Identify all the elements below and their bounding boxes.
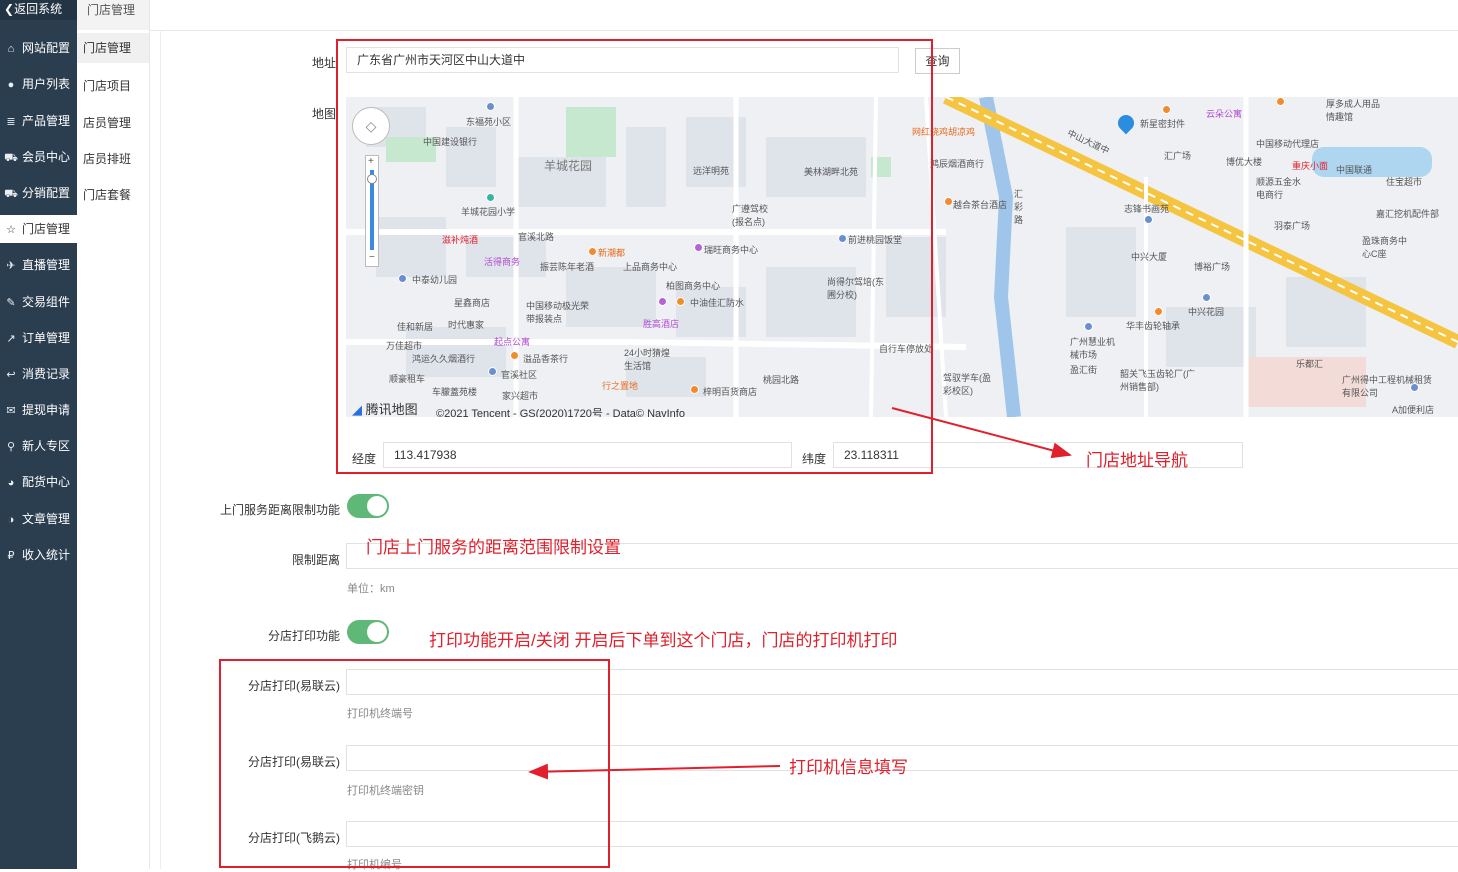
- submenu-item-staff[interactable]: 店员管理: [83, 114, 131, 131]
- sidebar-item-articles[interactable]: ◑ 文章管理: [0, 505, 77, 533]
- sidebar-item-distribution[interactable]: ⛟ 分销配置: [0, 179, 77, 207]
- map-poi: 鸿辰烟酒商行: [930, 159, 985, 169]
- limit-distance-label: 限制距离: [291, 553, 340, 567]
- map-poi: 重庆小面: [1292, 161, 1329, 171]
- map-marker-icon: [1162, 105, 1171, 114]
- submenu-item-store[interactable]: 门店管理: [77, 33, 149, 63]
- home-icon: ⌂: [7, 43, 15, 55]
- map-poi: 中国移动代理店: [1256, 139, 1320, 149]
- sidebar-item-store-management[interactable]: ☆ 门店管理: [0, 215, 77, 243]
- map-marker-icon: [1154, 307, 1163, 316]
- sidebar-item-live[interactable]: ✈ 直播管理: [0, 251, 77, 279]
- map-poi: 住宝超市: [1386, 177, 1423, 187]
- map-poi: 汇广场: [1164, 151, 1192, 161]
- sidebar-item-consumption[interactable]: ↩ 消费记录: [0, 360, 77, 388]
- submenu-item-packages[interactable]: 门店套餐: [83, 186, 131, 203]
- back-label: 返回系统: [14, 2, 63, 16]
- sidebar-item-user-list[interactable]: ● 用户列表: [0, 70, 77, 98]
- back-to-system-button[interactable]: ❮返回系统: [0, 0, 77, 20]
- sidebar-item-orders[interactable]: ↗ 订单管理: [0, 324, 77, 352]
- map-poi: 乐都汇: [1296, 359, 1324, 369]
- sidebar-item-income[interactable]: ₽ 收入统计: [0, 541, 77, 569]
- map-poi: A加便利店: [1392, 405, 1435, 415]
- coin-icon: ₽: [7, 550, 15, 562]
- annotation-box-printer: [219, 659, 610, 868]
- submenu-item-schedule[interactable]: 店员排班: [83, 150, 131, 167]
- map-poi: 云朵公寓: [1206, 109, 1243, 119]
- map-poi: 厚多成人用品情趣馆: [1326, 99, 1381, 122]
- map-marker-icon: [1410, 383, 1419, 392]
- limit-distance-help: 单位：km: [347, 583, 395, 595]
- sidebar-item-products[interactable]: ≣ 产品管理: [0, 107, 77, 135]
- map-poi: 新星密封件: [1140, 119, 1186, 129]
- map-poi: 中兴花园: [1188, 307, 1225, 317]
- home-service-switch[interactable]: [347, 494, 389, 518]
- sidebar-item-withdrawal[interactable]: ✉ 提现申请: [0, 396, 77, 424]
- map-poi: 越合茶台酒店: [953, 200, 1008, 210]
- submenu-item-store-projects[interactable]: 门店项目: [83, 77, 131, 94]
- chat-icon: ✉: [6, 405, 16, 417]
- map-poi: 广州慧业机械市场: [1070, 337, 1116, 360]
- map-poi: 华丰齿轮轴承: [1126, 321, 1181, 331]
- map-poi: 志锋书画苑: [1124, 204, 1170, 214]
- sidebar-item-member-center[interactable]: ⛟ 会员中心: [0, 143, 77, 171]
- cart-icon: ⛟: [4, 152, 18, 164]
- location-icon: ⚲: [6, 441, 16, 453]
- share-icon: ↗: [6, 333, 16, 345]
- branch-print-label: 分店打印功能: [267, 629, 340, 643]
- list-icon: ≣: [6, 116, 16, 128]
- half-circle-icon: ◑: [7, 514, 15, 526]
- map-poi: 顺源五金水电商行: [1256, 177, 1302, 200]
- chevron-left-icon: ❮: [4, 2, 15, 16]
- cart-icon: ⛟: [4, 188, 18, 200]
- annotation-printer-info: 打印机信息填写: [789, 758, 908, 777]
- map-poi: 博优大楼: [1226, 157, 1263, 167]
- map-poi: 驾驭学车(盈彩校区): [943, 373, 991, 396]
- sidebar-item-trade-components[interactable]: ✎ 交易组件: [0, 288, 77, 316]
- annotation-box-address: [336, 39, 933, 474]
- map-marker-icon: [944, 197, 953, 206]
- map-poi: 羽泰广场: [1274, 221, 1311, 231]
- sidebar-item-site-config[interactable]: ⌂ 网站配置: [0, 34, 77, 62]
- switch-knob: [367, 622, 387, 642]
- edit-icon: ✎: [6, 297, 16, 309]
- map-poi: 韶关飞玉齿轮厂(广州销售部): [1120, 369, 1195, 392]
- map-road-label: 汇彩路: [1014, 189, 1024, 225]
- map-poi: 中国联通: [1336, 165, 1373, 175]
- submenu-title: 门店管理: [87, 3, 136, 17]
- content-divider: [160, 30, 161, 869]
- user-icon: ●: [7, 79, 15, 91]
- sidebar: ❮返回系统 ⌂ 网站配置 ● 用户列表 ≣ 产品管理 ⛟ 会员中心 ⛟ 分销配置 ☆ 门店管…: [0, 0, 77, 869]
- map-poi: 盈珠商务中心C座: [1362, 236, 1408, 259]
- pie-icon: ◕: [7, 477, 15, 489]
- map-poi: 中兴大厦: [1131, 252, 1168, 262]
- annotation-print-toggle: 打印功能开启/关闭 开启后下单到这个门店，门店的打印机打印: [429, 631, 898, 650]
- map-marker-icon: [1084, 322, 1093, 331]
- map-poi: 嘉汇挖机配件部: [1376, 209, 1440, 219]
- map-poi: 博裕广场: [1194, 262, 1231, 272]
- map-marker-icon: [1144, 215, 1153, 224]
- sidebar-item-newcomer[interactable]: ⚲ 新人专区: [0, 432, 77, 460]
- annotation-store-nav: 门店地址导航: [1086, 451, 1188, 470]
- star-icon: ☆: [6, 224, 16, 236]
- branch-print-switch[interactable]: [347, 620, 389, 644]
- header-divider: [149, 30, 1458, 31]
- map-marker-icon: [1202, 293, 1211, 302]
- map-label: 地图: [311, 107, 336, 121]
- plane-icon: ✈: [6, 260, 16, 272]
- annotation-service-range: 门店上门服务的距离范围限制设置: [366, 538, 621, 557]
- home-service-label: 上门服务距离限制功能: [219, 503, 340, 517]
- address-label: 地址: [311, 56, 336, 70]
- reply-icon: ↩: [6, 369, 16, 381]
- sidebar-item-distribution-center[interactable]: ◕ 配货中心: [0, 468, 77, 496]
- switch-knob: [367, 496, 387, 516]
- map-poi: 盈汇街: [1070, 365, 1098, 375]
- map-marker-icon: [1276, 97, 1285, 106]
